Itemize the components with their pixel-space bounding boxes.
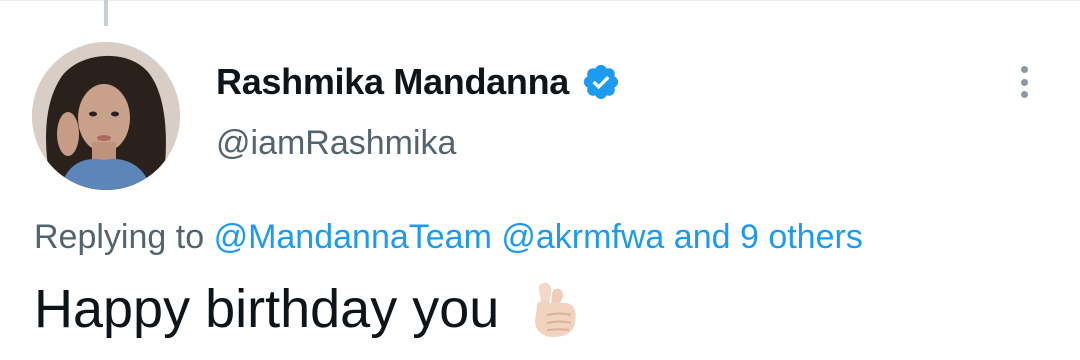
reply-context: Replying to @MandannaTeam @akrmfwa and 9… bbox=[34, 218, 863, 257]
more-vertical-icon bbox=[1020, 66, 1028, 73]
tweet-card: Rashmika Mandanna @iamRashmika Replying … bbox=[0, 0, 1080, 360]
more-dot bbox=[1020, 78, 1028, 86]
others-link[interactable]: and 9 others bbox=[674, 218, 863, 256]
divider bbox=[0, 0, 1080, 4]
avatar[interactable] bbox=[32, 42, 180, 190]
replying-label: Replying to bbox=[34, 218, 205, 256]
verified-badge-icon bbox=[583, 64, 619, 100]
thread-connector-line bbox=[104, 0, 108, 26]
more-dot bbox=[1020, 91, 1028, 98]
mention-link[interactable]: @MandannaTeam bbox=[214, 218, 492, 256]
author-name-row[interactable]: Rashmika Mandanna bbox=[216, 58, 621, 106]
more-options-button[interactable] bbox=[1008, 60, 1040, 104]
mention-link[interactable]: @akrmfwa bbox=[501, 218, 664, 256]
author-handle[interactable]: @iamRashmika bbox=[216, 124, 456, 163]
display-name[interactable]: Rashmika Mandanna bbox=[216, 61, 569, 103]
tweet-body: Happy birthday you bbox=[34, 278, 581, 340]
avatar-photo bbox=[32, 42, 180, 190]
finger-heart-emoji-icon bbox=[535, 282, 576, 337]
tweet-text: Happy birthday you bbox=[34, 279, 500, 339]
